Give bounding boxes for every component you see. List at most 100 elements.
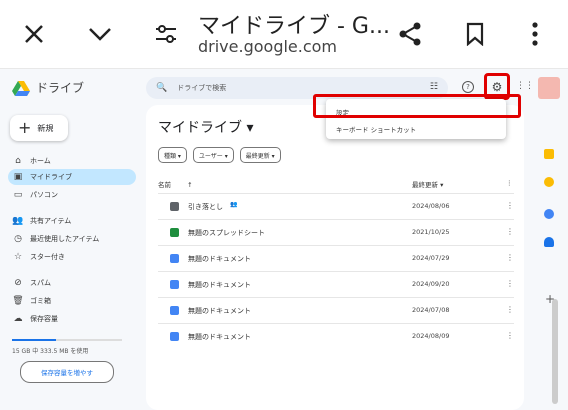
table-row[interactable]: 無題のドキュメント 2024/07/08 ⋮	[158, 297, 514, 324]
close-icon[interactable]	[14, 14, 54, 54]
sidebar-item-storage[interactable]: ☁ 保存容量	[8, 311, 136, 327]
header-modified[interactable]: 最終更新 ▾	[412, 179, 443, 189]
document-icon	[170, 280, 179, 289]
menu-item-keyboard-shortcuts[interactable]: キーボード ショートカット	[336, 124, 416, 134]
header-more-icon[interactable]: ⋮	[506, 179, 513, 187]
row-more-icon[interactable]: ⋮	[506, 331, 514, 340]
table-header: 名前 ↑ 最終更新 ▾ ⋮	[158, 179, 514, 189]
table-row[interactable]: 引き落とし 👥 2024/08/06 ⋮	[158, 193, 514, 220]
cloud-icon: ☁	[13, 314, 23, 324]
side-panel-rail: +	[532, 105, 568, 410]
avatar[interactable]	[538, 77, 560, 99]
file-name: 無題のスプレッドシート	[188, 229, 265, 237]
document-icon	[170, 332, 179, 341]
table-row[interactable]: 無題のドキュメント 2024/08/09 ⋮	[158, 323, 514, 350]
chip-type[interactable]: 種類 ▾	[158, 147, 187, 163]
sidebar-item-spam[interactable]: ⊘ スパム	[8, 275, 136, 291]
sidebar-item-label: 保存容量	[30, 315, 58, 323]
help-icon[interactable]: ?	[462, 81, 474, 93]
storage-usage-text: 15 GB 中 333.5 MB を使用	[12, 348, 89, 355]
search-options-icon[interactable]: ☷	[430, 82, 438, 92]
header-name[interactable]: 名前	[158, 181, 171, 189]
sidebar-item-label: スパム	[30, 279, 51, 287]
trash-icon: 🗑	[12, 296, 24, 306]
file-date: 2021/10/25	[412, 228, 450, 236]
share-icon[interactable]	[390, 14, 430, 54]
row-more-icon[interactable]: ⋮	[506, 253, 514, 262]
tasks-icon[interactable]	[544, 209, 554, 219]
page-title: マイドライブ - G...	[198, 14, 390, 39]
my-drive-icon: ▣	[13, 172, 23, 182]
file-name: 無題のドキュメント	[188, 307, 251, 315]
sidebar-item-computers[interactable]: ▭ パソコン	[8, 187, 136, 203]
storage-bar	[12, 339, 122, 341]
search-input[interactable]: ドライブで検索	[177, 83, 226, 93]
storage-bar-fill	[12, 339, 56, 341]
sidebar-item-starred[interactable]: ☆ スター付き	[8, 249, 136, 265]
file-date: 2024/07/29	[412, 254, 450, 262]
tune-icon[interactable]	[146, 14, 186, 54]
drive-logo-icon	[12, 80, 30, 96]
file-list-panel: マイドライブ ▾ 種類 ▾ ユーザー ▾ 最終更新 ▾ 名前 ↑ 最終更新 ▾ …	[146, 105, 524, 410]
sidebar-item-recent[interactable]: ◷ 最近使用したアイテム	[8, 231, 136, 247]
row-more-icon[interactable]: ⋮	[506, 227, 514, 236]
computer-icon: ▭	[13, 190, 23, 200]
sidebar-item-shared[interactable]: 👥 共有アイテム	[8, 213, 136, 229]
row-more-icon[interactable]: ⋮	[506, 279, 514, 288]
document-icon	[170, 306, 179, 315]
settings-menu-highlight-box	[313, 94, 521, 118]
keep-icon[interactable]	[544, 177, 554, 187]
drive-app: ドライブ + 新規 ⌂ ホーム ▣ マイドライブ ▭ パソコン 👥 共有アイテム…	[0, 69, 568, 410]
sidebar-item-label: 共有アイテム	[30, 217, 72, 225]
sidebar-item-my-drive[interactable]: ▣ マイドライブ	[8, 169, 136, 185]
more-vert-icon[interactable]	[515, 14, 555, 54]
file-date: 2024/08/06	[412, 202, 450, 210]
new-button-label: 新規	[37, 123, 54, 133]
plus-icon: +	[18, 118, 32, 137]
page-url[interactable]: drive.google.com	[198, 37, 337, 56]
sidebar-item-label: ゴミ箱	[30, 297, 51, 305]
new-button[interactable]: + 新規	[10, 115, 68, 141]
shared-icon: 👥	[230, 201, 238, 208]
chevron-down-icon[interactable]	[80, 14, 120, 54]
apps-grid-icon[interactable]: ⋮⋮	[516, 81, 534, 91]
file-date: 2024/07/08	[412, 306, 450, 314]
spam-icon: ⊘	[14, 278, 22, 288]
folder-icon	[170, 202, 179, 211]
get-more-storage-button[interactable]: 保存容量を増やす	[20, 361, 114, 383]
main-title[interactable]: マイドライブ ▾	[158, 117, 253, 137]
sidebar-item-label: パソコン	[30, 191, 58, 199]
drive-logo[interactable]: ドライブ	[12, 79, 84, 96]
table-row[interactable]: 無題のドキュメント 2024/07/29 ⋮	[158, 245, 514, 272]
file-name: 無題のドキュメント	[188, 281, 251, 289]
sort-arrow-icon[interactable]: ↑	[187, 181, 192, 189]
sidebar: ドライブ + 新規 ⌂ ホーム ▣ マイドライブ ▭ パソコン 👥 共有アイテム…	[0, 69, 146, 410]
contacts-icon[interactable]	[544, 237, 554, 247]
clock-icon: ◷	[14, 234, 22, 244]
row-more-icon[interactable]: ⋮	[506, 305, 514, 314]
file-date: 2024/09/20	[412, 280, 450, 288]
star-icon: ☆	[13, 252, 23, 262]
file-name: 無題のドキュメント	[188, 255, 251, 263]
chip-people[interactable]: ユーザー ▾	[192, 147, 234, 163]
document-icon	[170, 254, 179, 263]
table-row[interactable]: 無題のスプレッドシート 2021/10/25 ⋮	[158, 219, 514, 246]
browser-toolbar: マイドライブ - G... drive.google.com	[0, 0, 568, 68]
filter-chips: 種類 ▾ ユーザー ▾ 最終更新 ▾	[158, 147, 281, 163]
bookmark-icon[interactable]	[455, 14, 495, 54]
row-more-icon[interactable]: ⋮	[506, 201, 514, 210]
table-row[interactable]: 無題のドキュメント 2024/09/20 ⋮	[158, 271, 514, 298]
sidebar-item-label: マイドライブ	[30, 173, 72, 181]
chip-modified[interactable]: 最終更新 ▾	[239, 147, 281, 163]
sidebar-item-trash[interactable]: 🗑 ゴミ箱	[8, 293, 136, 309]
calendar-icon[interactable]	[544, 149, 554, 159]
file-name: 引き落とし	[188, 203, 223, 211]
sidebar-item-home[interactable]: ⌂ ホーム	[8, 153, 136, 169]
home-icon: ⌂	[15, 156, 21, 166]
file-name: 無題のドキュメント	[188, 333, 251, 341]
file-date: 2024/08/09	[412, 332, 450, 340]
scrollbar[interactable]	[552, 299, 558, 404]
sidebar-item-label: スター付き	[30, 253, 65, 261]
spreadsheet-icon	[170, 228, 179, 237]
search-icon: 🔍	[156, 83, 168, 93]
